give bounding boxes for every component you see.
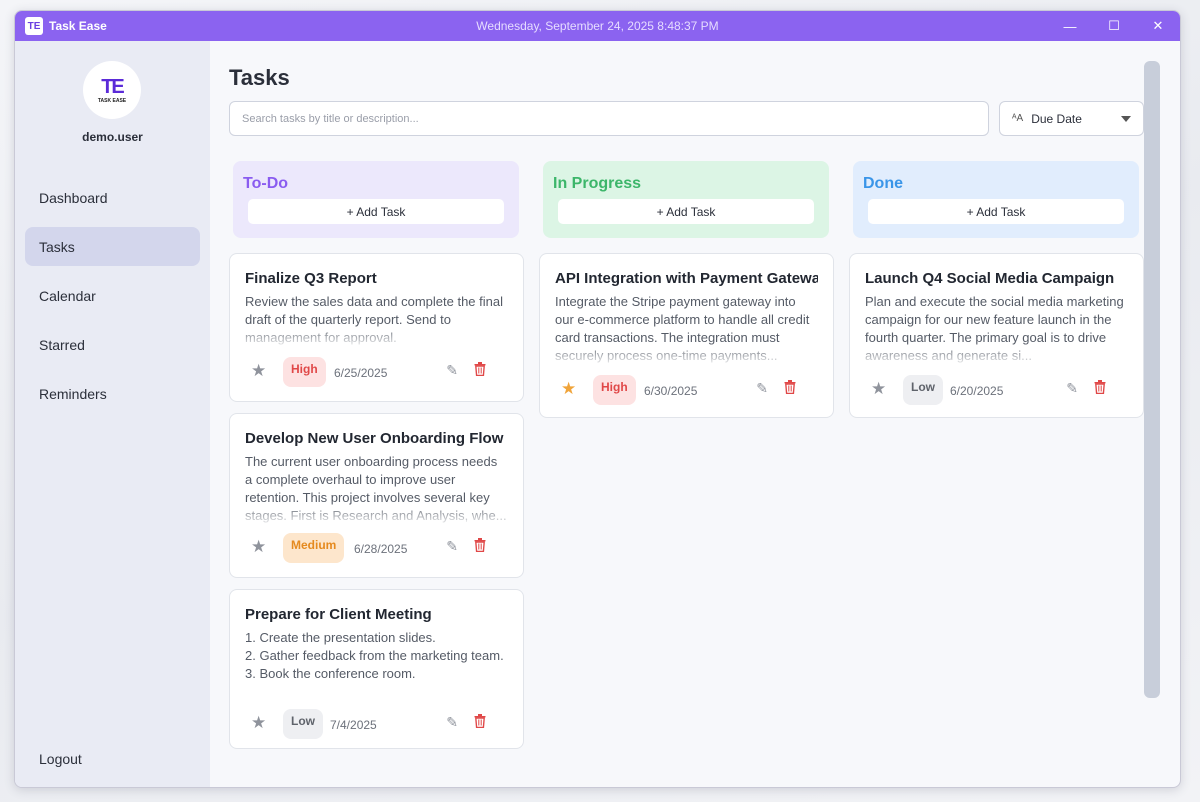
main-content: Tasks ᴬA Due Date To-Do + Add Task Final… (210, 41, 1180, 787)
due-date: 6/20/2025 (950, 384, 1004, 398)
sidebar-item-reminders[interactable]: Reminders (25, 374, 200, 413)
app-name: Task Ease (49, 19, 107, 33)
task-title: Prepare for Client Meeting (245, 606, 432, 623)
priority-badge: Low (903, 375, 943, 405)
sidebar-item-calendar[interactable]: Calendar (25, 276, 200, 315)
task-description: 1. Create the presentation slides. 2. Ga… (245, 629, 508, 701)
task-card[interactable]: API Integration with Payment Gatewa Inte… (539, 253, 834, 418)
trash-icon[interactable] (474, 538, 486, 557)
task-footer: ★ High 6/25/2025 ✎ (245, 347, 508, 401)
search-input[interactable] (229, 101, 989, 136)
sort-selected-value: Due Date (1031, 111, 1082, 126)
task-title: Launch Q4 Social Media Campaign (865, 270, 1115, 287)
pencil-icon[interactable]: ✎ (756, 380, 768, 397)
column-todo: To-Do + Add Task Finalize Q3 Report Revi… (229, 161, 524, 749)
pencil-icon[interactable]: ✎ (1066, 380, 1078, 397)
trash-icon[interactable] (474, 714, 486, 733)
task-footer: ★ Medium 6/28/2025 ✎ (245, 525, 508, 577)
column-in-progress: In Progress + Add Task API Integration w… (539, 161, 834, 418)
column-header-in-progress: In Progress + Add Task (543, 161, 829, 238)
window-controls: — ☐ ✕ (1048, 11, 1180, 41)
task-footer: ★ Low 7/4/2025 ✎ (245, 701, 508, 741)
priority-badge: Medium (283, 533, 345, 563)
brand-logo-text: TASK EASE (97, 97, 127, 104)
due-date: 6/25/2025 (334, 366, 388, 380)
trash-icon[interactable] (784, 380, 796, 399)
user-avatar: TE TASK EASE (83, 61, 141, 119)
maximize-button[interactable]: ☐ (1092, 11, 1136, 41)
due-date: 6/28/2025 (354, 542, 408, 556)
due-date: 7/4/2025 (330, 718, 377, 732)
task-footer: ★ High 6/30/2025 ✎ (555, 365, 818, 417)
sidebar-item-starred[interactable]: Starred (25, 325, 200, 364)
trash-icon[interactable] (1094, 380, 1106, 399)
column-title: To-Do (243, 175, 289, 192)
star-icon[interactable]: ★ (251, 537, 266, 557)
task-title: Develop New User Onboarding Flow (245, 430, 504, 447)
chevron-down-icon (1121, 116, 1131, 122)
app-window: TE Task Ease Wednesday, September 24, 20… (14, 10, 1181, 788)
star-icon[interactable]: ★ (561, 379, 576, 399)
username: demo.user (82, 130, 143, 144)
sort-alpha-icon: ᴬA (1012, 113, 1024, 124)
column-header-done: Done + Add Task (853, 161, 1139, 238)
pencil-icon[interactable]: ✎ (446, 714, 458, 731)
star-icon[interactable]: ★ (871, 379, 886, 399)
vertical-scrollbar[interactable] (1144, 61, 1160, 698)
pencil-icon[interactable]: ✎ (446, 538, 458, 555)
sort-dropdown[interactable]: ᴬA Due Date (999, 101, 1144, 136)
page-title: Tasks (229, 65, 290, 90)
task-card[interactable]: Prepare for Client Meeting 1. Create the… (229, 589, 524, 749)
task-description: Review the sales data and complete the f… (245, 293, 508, 347)
task-card[interactable]: Launch Q4 Social Media Campaign Plan and… (849, 253, 1144, 418)
task-card[interactable]: Finalize Q3 Report Review the sales data… (229, 253, 524, 402)
column-header-todo: To-Do + Add Task (233, 161, 519, 238)
add-task-button[interactable]: + Add Task (248, 199, 504, 224)
close-button[interactable]: ✕ (1136, 11, 1180, 41)
priority-badge: High (283, 357, 326, 387)
task-description: Plan and execute the social media market… (865, 293, 1128, 365)
column-title: Done (863, 175, 903, 192)
star-icon[interactable]: ★ (251, 713, 266, 733)
column-title: In Progress (553, 175, 642, 192)
add-task-button[interactable]: + Add Task (868, 199, 1124, 224)
sidebar: TE TASK EASE demo.user Dashboard Tasks C… (15, 41, 210, 787)
app-logo-icon: TE (25, 17, 43, 35)
pencil-icon[interactable]: ✎ (446, 362, 458, 379)
task-title: Finalize Q3 Report (245, 270, 377, 287)
priority-badge: High (593, 375, 636, 405)
column-done: Done + Add Task Launch Q4 Social Media C… (849, 161, 1144, 418)
star-icon[interactable]: ★ (251, 361, 266, 381)
task-card[interactable]: Develop New User Onboarding Flow The cur… (229, 413, 524, 578)
sidebar-item-tasks[interactable]: Tasks (25, 227, 200, 266)
task-footer: ★ Low 6/20/2025 ✎ (865, 365, 1128, 417)
datetime-display: Wednesday, September 24, 2025 8:48:37 PM (476, 19, 719, 33)
task-description: The current user onboarding process need… (245, 454, 508, 525)
due-date: 6/30/2025 (644, 384, 698, 398)
priority-badge: Low (283, 709, 323, 739)
title-bar[interactable]: TE Task Ease Wednesday, September 24, 20… (15, 11, 1180, 41)
task-description: Integrate the Stripe payment gateway int… (555, 293, 818, 365)
brand-logo-icon: TE (101, 75, 125, 98)
sidebar-item-dashboard[interactable]: Dashboard (25, 178, 200, 217)
sidebar-nav: Dashboard Tasks Calendar Starred Reminde… (25, 178, 200, 423)
task-title: API Integration with Payment Gatewa (555, 270, 818, 287)
logout-button[interactable]: Logout (39, 751, 82, 767)
trash-icon[interactable] (474, 362, 486, 381)
minimize-button[interactable]: — (1048, 11, 1092, 41)
add-task-button[interactable]: + Add Task (558, 199, 814, 224)
